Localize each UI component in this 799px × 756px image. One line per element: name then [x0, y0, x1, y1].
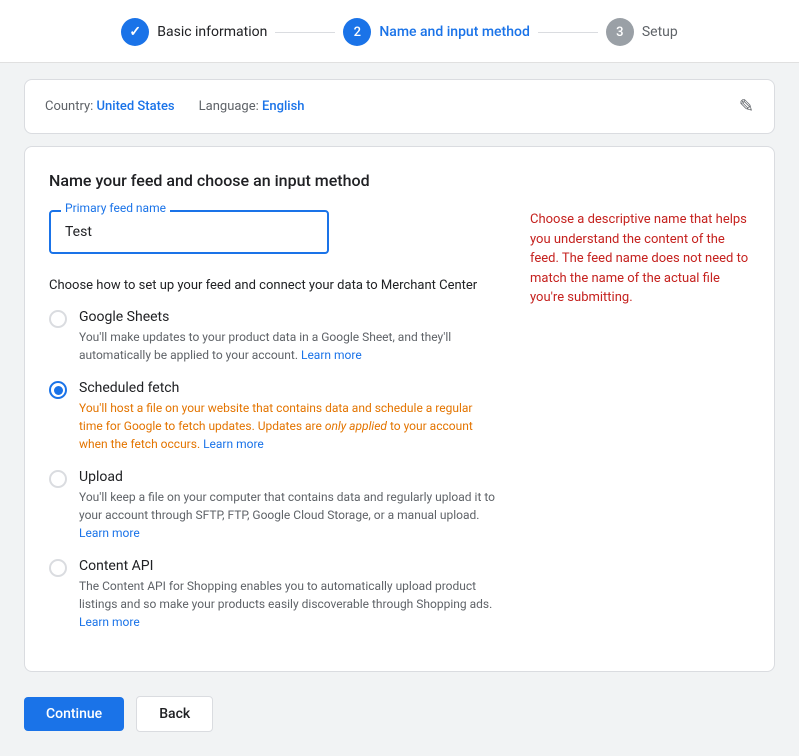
option-upload[interactable]: Upload You'll keep a file on your comput… [49, 469, 498, 542]
continue-button[interactable]: Continue [24, 697, 124, 731]
radio-content-content-api: Content API The Content API for Shopping… [79, 558, 498, 631]
feed-name-label: Primary feed name [61, 201, 170, 215]
learn-more-content-api[interactable]: Learn more [79, 615, 140, 629]
learn-more-upload[interactable]: Learn more [79, 526, 140, 540]
card-heading: Name your feed and choose an input metho… [49, 171, 750, 190]
card-left: Primary feed name Choose how to set up y… [49, 210, 498, 647]
step-label-2: Name and input method [379, 24, 530, 40]
learn-more-google-sheets[interactable]: Learn more [301, 348, 362, 362]
back-button[interactable]: Back [136, 696, 213, 732]
step-number-3: 3 [616, 25, 623, 40]
country-field: Country: United States [45, 99, 175, 114]
step-name-input: 2 Name and input method [343, 18, 530, 46]
checkmark-icon: ✓ [129, 24, 141, 40]
feed-name-wrapper: Primary feed name [49, 210, 329, 254]
stepper: ✓ Basic information 2 Name and input met… [0, 0, 799, 63]
country-value: United States [97, 99, 175, 114]
radio-title-upload: Upload [79, 469, 498, 485]
step-circle-2: 2 [343, 18, 371, 46]
step-label-3: Setup [642, 24, 678, 40]
radio-title-content-api: Content API [79, 558, 498, 574]
language-field: Language: English [199, 99, 305, 114]
option-google-sheets[interactable]: Google Sheets You'll make updates to you… [49, 309, 498, 364]
main-card: Name your feed and choose an input metho… [24, 146, 775, 672]
radio-desc-upload: You'll keep a file on your computer that… [79, 488, 498, 542]
radio-desc-scheduled-fetch: You'll host a file on your website that … [79, 399, 498, 453]
language-label: Language: [199, 99, 259, 114]
step-setup: 3 Setup [606, 18, 678, 46]
radio-content-google-sheets: Google Sheets You'll make updates to you… [79, 309, 498, 364]
card-right: Choose a descriptive name that helps you… [530, 210, 750, 647]
card-content: Primary feed name Choose how to set up y… [49, 210, 750, 647]
option-scheduled-fetch[interactable]: Scheduled fetch You'll host a file on yo… [49, 380, 498, 453]
info-bar: Country: United States Language: English… [24, 79, 775, 134]
radio-desc-google-sheets: You'll make updates to your product data… [79, 328, 498, 364]
feed-name-input[interactable] [49, 210, 329, 254]
radio-title-scheduled-fetch: Scheduled fetch [79, 380, 498, 396]
radio-content-api[interactable] [49, 559, 67, 577]
radio-content-upload: Upload You'll keep a file on your comput… [79, 469, 498, 542]
learn-more-scheduled-fetch[interactable]: Learn more [203, 437, 264, 451]
step-circle-3: 3 [606, 18, 634, 46]
radio-google-sheets[interactable] [49, 310, 67, 328]
radio-desc-content-api: The Content API for Shopping enables you… [79, 577, 498, 631]
radio-scheduled-fetch[interactable] [49, 381, 67, 399]
bottom-bar: Continue Back [0, 688, 799, 756]
info-bar-left: Country: United States Language: English [45, 99, 305, 114]
step-connector-2 [538, 32, 598, 33]
language-value: English [262, 99, 305, 114]
radio-title-google-sheets: Google Sheets [79, 309, 498, 325]
step-label-1: Basic information [157, 24, 267, 40]
edit-icon[interactable]: ✎ [739, 96, 754, 117]
step-number-2: 2 [354, 25, 361, 40]
radio-upload[interactable] [49, 470, 67, 488]
radio-content-scheduled-fetch: Scheduled fetch You'll host a file on yo… [79, 380, 498, 453]
choose-label: Choose how to set up your feed and conne… [49, 278, 498, 293]
step-connector-1 [275, 32, 335, 33]
country-label: Country: [45, 99, 93, 114]
option-content-api[interactable]: Content API The Content API for Shopping… [49, 558, 498, 631]
step-basic-info: ✓ Basic information [121, 18, 267, 46]
help-text: Choose a descriptive name that helps you… [530, 212, 748, 305]
step-circle-1: ✓ [121, 18, 149, 46]
